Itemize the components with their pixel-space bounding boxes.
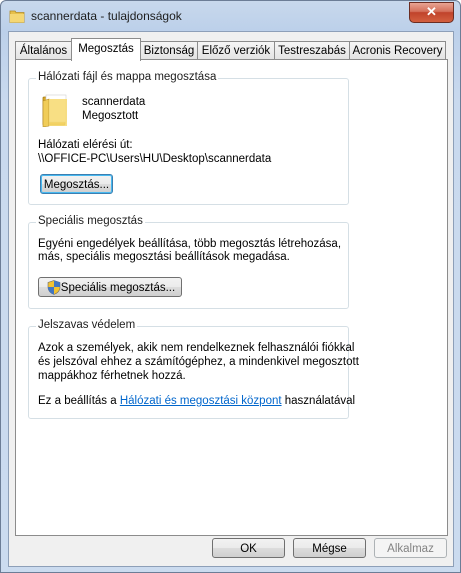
title-bar: scannerdata - tulajdonságok ✕: [1, 1, 460, 31]
window-title: scannerdata - tulajdonságok: [31, 9, 182, 23]
tab-previous-versions[interactable]: Előző verziók: [197, 41, 275, 60]
password-protection-line1: Azok a személyek, akik nem rendelkeznek …: [38, 342, 355, 354]
share-button[interactable]: Megosztás...: [40, 174, 113, 194]
settings-sentence: Ez a beállítás a Hálózati és megosztási …: [38, 395, 355, 407]
folder-icon: [9, 10, 25, 23]
advanced-sharing-group: Speciális megosztás Egyéni engedélyek be…: [28, 215, 349, 309]
advanced-sharing-button-label: Speciális megosztás...: [60, 282, 176, 294]
close-button[interactable]: ✕: [409, 2, 454, 23]
uac-shield-icon: [47, 280, 61, 295]
tab-customize[interactable]: Testreszabás: [274, 41, 350, 60]
folder-icon: [42, 94, 67, 127]
tab-acronis-recovery[interactable]: Acronis Recovery: [349, 41, 446, 60]
advanced-sharing-description-line2: más, speciális megosztási beállítások me…: [38, 251, 290, 263]
ok-button[interactable]: OK: [212, 538, 285, 558]
password-protection-line2: és jelszóval ehhez a számítógéphez, a mi…: [38, 356, 359, 368]
tab-sharing[interactable]: Megosztás: [71, 38, 141, 61]
network-path-value: \\OFFICE-PC\Users\HU\Desktop\scannerdata: [38, 153, 272, 165]
dialog-body: Általános Megosztás Biztonság Előző verz…: [8, 31, 454, 567]
password-protection-line3: mappákhoz férhetnek hozzá.: [38, 370, 186, 382]
dialog-footer: OK Mégse Alkalmaz: [9, 537, 453, 566]
apply-button[interactable]: Alkalmaz: [374, 538, 447, 558]
advanced-sharing-description-line1: Egyéni engedélyek beállítása, több megos…: [38, 238, 342, 250]
advanced-sharing-button[interactable]: Speciális megosztás...: [38, 277, 182, 297]
folder-name: scannerdata: [82, 96, 146, 108]
properties-window: scannerdata - tulajdonságok ✕ Általános …: [0, 0, 461, 573]
settings-prefix: Ez a beállítás a: [38, 395, 117, 407]
advanced-sharing-title: Speciális megosztás: [36, 215, 145, 227]
network-path-label: Hálózati elérési út:: [38, 139, 133, 151]
network-sharing-group: Hálózati fájl és mappa megosztása scanne…: [28, 71, 349, 205]
password-protection-title: Jelszavas védelem: [36, 319, 138, 331]
cancel-button[interactable]: Mégse: [293, 538, 366, 558]
tab-general[interactable]: Általános: [15, 41, 72, 60]
network-sharing-center-link[interactable]: Hálózati és megosztási központ: [120, 395, 282, 407]
password-protection-group: Jelszavas védelem Azok a személyek, akik…: [28, 319, 359, 419]
network-sharing-title: Hálózati fájl és mappa megosztása: [36, 71, 219, 83]
tab-security[interactable]: Biztonság: [140, 41, 198, 60]
sharing-panel: Hálózati fájl és mappa megosztása scanne…: [15, 59, 448, 536]
share-status: Megosztott: [82, 110, 139, 122]
settings-suffix: használatával: [284, 395, 356, 407]
